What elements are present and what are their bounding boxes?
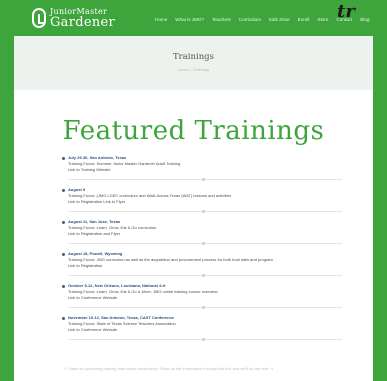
menu-item-teachers[interactable]: Teachers — [212, 17, 231, 22]
training-link[interactable]: Link to Training Website — [68, 167, 111, 173]
tagline-fragment: tr — [337, 1, 355, 22]
training-link[interactable]: Link to Conference Website — [68, 295, 117, 301]
breadcrumb[interactable]: Home > Trainings — [14, 67, 373, 72]
menu-item-what-is-jmg[interactable]: What is JMG? — [175, 17, 204, 22]
item-divider — [68, 242, 342, 245]
bullet-icon — [62, 189, 65, 192]
top-navigation-bar: JuniorMaster Gardener Home What is JMG? … — [14, 0, 373, 36]
site-logo[interactable]: JuniorMaster Gardener — [32, 6, 115, 30]
training-link[interactable]: Link to Registration and Flyer — [68, 231, 120, 237]
divider-dot-icon — [202, 178, 205, 181]
divider-dot-icon — [202, 306, 205, 309]
menu-item-enroll[interactable]: Enroll — [298, 17, 310, 22]
divider-dot-icon — [202, 210, 205, 213]
page-title: Trainings — [173, 52, 214, 62]
logo-line-2: Gardener — [50, 14, 116, 30]
menu-item-kids-zone[interactable]: Kids Zone — [269, 17, 290, 22]
page-frame: JuniorMaster Gardener Home What is JMG? … — [0, 0, 387, 381]
item-divider — [68, 178, 342, 181]
bullet-icon — [62, 285, 65, 288]
menu-item-store[interactable]: Store — [317, 17, 328, 22]
menu-item-blog[interactable]: Blog — [360, 17, 369, 22]
training-link[interactable]: Link to Registration Link to Flyer — [68, 199, 125, 205]
menu-item-home[interactable]: Home — [155, 17, 167, 22]
item-divider — [68, 274, 342, 277]
item-divider — [68, 306, 342, 309]
bullet-icon — [62, 157, 65, 160]
menu-item-curriculum[interactable]: Curriculum — [239, 17, 261, 22]
divider-dot-icon — [202, 338, 205, 341]
item-divider — [68, 338, 342, 341]
featured-trainings-heading: Featured Trainings — [62, 116, 325, 146]
bullet-icon — [62, 221, 65, 224]
divider-dot-icon — [202, 242, 205, 245]
footnote-text: *I. Have an upcoming training that needs… — [64, 366, 273, 371]
training-link[interactable]: Link to Registration — [68, 263, 102, 269]
training-link[interactable]: Link to Conference Website — [68, 327, 117, 333]
page-header-banner: Trainings Home > Trainings — [14, 36, 373, 90]
logo-sprout-icon — [32, 8, 46, 28]
bullet-icon — [62, 317, 65, 320]
divider-dot-icon — [202, 274, 205, 277]
browser-page: JuniorMaster Gardener Home What is JMG? … — [14, 0, 373, 381]
bullet-icon — [62, 253, 65, 256]
item-divider — [68, 210, 342, 213]
logo-text: JuniorMaster Gardener — [50, 7, 116, 30]
main-content: Featured Trainings July 29-30, San Anton… — [34, 90, 353, 381]
